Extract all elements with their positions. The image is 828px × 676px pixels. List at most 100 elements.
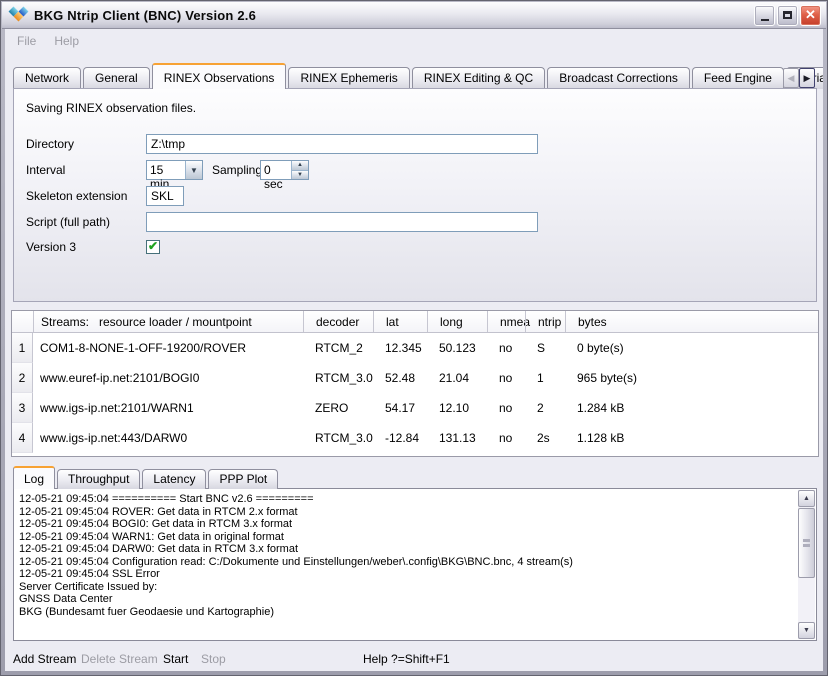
header-num (12, 311, 33, 332)
tab-scroll-buttons: ◀ ▶ (783, 68, 815, 88)
cell-long: 131.13 (427, 423, 487, 453)
cell-mountpoint: www.euref-ip.net:2101/BOGI0 (33, 363, 303, 393)
skeleton-extension-label: Skeleton extension (26, 186, 127, 206)
cell-ntrip: 1 (525, 363, 565, 393)
log-line: 12-05-21 09:45:04 ROVER: Get data in RTC… (19, 506, 794, 519)
log-lines: 12-05-21 09:45:04 ========== Start BNC v… (19, 493, 794, 638)
cell-mountpoint: COM1-8-NONE-1-OFF-19200/ROVER (33, 333, 303, 363)
help-shortcut-label: Help ?=Shift+F1 (363, 652, 450, 666)
add-stream-button[interactable]: Add Stream (13, 652, 76, 666)
cell-lat: 52.48 (373, 363, 427, 393)
tab-broadcast-corrections[interactable]: Broadcast Corrections (547, 67, 690, 89)
menu-file[interactable]: File (9, 31, 44, 51)
header-streams: Streams: resource loader / mountpoint (33, 311, 303, 332)
rinex-observations-panel: Saving RINEX observation files. Director… (13, 88, 817, 302)
log-line: 12-05-21 09:45:04 BOGI0: Get data in RTC… (19, 518, 794, 531)
cell-nmea: no (487, 333, 525, 363)
maximize-button[interactable] (777, 5, 798, 26)
tab-ppp-plot[interactable]: PPP Plot (208, 469, 278, 489)
tab-scroll-right-icon[interactable]: ▶ (799, 68, 815, 88)
row-number: 3 (12, 393, 33, 423)
directory-input[interactable]: Z:\tmp (146, 134, 538, 154)
cell-ntrip: 2 (525, 393, 565, 423)
log-line: 12-05-21 09:45:04 WARN1: Get data in ori… (19, 531, 794, 544)
cell-bytes: 1.128 kB (565, 423, 818, 453)
tab-latency[interactable]: Latency (142, 469, 206, 489)
script-full-path-label: Script (full path) (26, 212, 110, 232)
log-line: Server Certificate Issued by: (19, 581, 794, 594)
version3-label: Version 3 (26, 237, 76, 257)
header-decoder: decoder (303, 311, 373, 332)
app-body: File Help Network General RINEX Observat… (5, 29, 823, 671)
log-panel: 12-05-21 09:45:04 ========== Start BNC v… (13, 488, 817, 641)
table-row[interactable]: 3 www.igs-ip.net:2101/WARN1 ZERO 54.17 1… (12, 393, 818, 423)
row-number: 1 (12, 333, 33, 363)
cell-lat: 12.345 (373, 333, 427, 363)
cell-mountpoint: www.igs-ip.net:443/DARW0 (33, 423, 303, 453)
tab-rinex-editing-qc[interactable]: RINEX Editing & QC (412, 67, 545, 89)
header-lat: lat (373, 311, 427, 332)
cell-nmea: no (487, 363, 525, 393)
start-button[interactable]: Start (163, 652, 188, 666)
tab-scroll-left-icon[interactable]: ◀ (783, 68, 799, 88)
interval-label: Interval (26, 160, 65, 180)
script-full-path-input[interactable] (146, 212, 538, 232)
bottom-toolbar: Add Stream Delete Stream Start Stop Help… (5, 647, 823, 671)
log-line: BKG (Bundesamt fuer Geodaesie und Kartog… (19, 606, 794, 619)
cell-nmea: no (487, 423, 525, 453)
delete-stream-button[interactable]: Delete Stream (81, 652, 158, 666)
app-icon (10, 7, 28, 23)
header-bytes: bytes (565, 311, 818, 332)
cell-bytes: 965 byte(s) (565, 363, 818, 393)
streams-table: Streams: resource loader / mountpoint de… (11, 310, 819, 457)
streams-table-header: Streams: resource loader / mountpoint de… (12, 311, 818, 333)
stop-button[interactable]: Stop (201, 652, 226, 666)
cell-ntrip: 2s (525, 423, 565, 453)
cell-bytes: 1.284 kB (565, 393, 818, 423)
cell-ntrip: S (525, 333, 565, 363)
cell-bytes: 0 byte(s) (565, 333, 818, 363)
skeleton-extension-input[interactable]: SKL (146, 186, 184, 206)
window-controls: ✕ (754, 5, 826, 26)
menu-help[interactable]: Help (46, 31, 87, 51)
header-long: long (427, 311, 487, 332)
log-line: 12-05-21 09:45:04 ========== Start BNC v… (19, 493, 794, 506)
version3-checkbox[interactable] (146, 240, 160, 254)
sampling-value: 0 sec (261, 161, 291, 179)
scrollbar-thumb[interactable] (798, 508, 815, 578)
table-row[interactable]: 4 www.igs-ip.net:443/DARW0 RTCM_3.0 -12.… (12, 423, 818, 453)
spin-down-icon[interactable]: ▼ (292, 171, 308, 180)
log-line: 12-05-21 09:45:04 Configuration read: C:… (19, 556, 794, 569)
cell-long: 12.10 (427, 393, 487, 423)
table-row[interactable]: 1 COM1-8-NONE-1-OFF-19200/ROVER RTCM_2 1… (12, 333, 818, 363)
sampling-stepper[interactable]: 0 sec ▲ ▼ (260, 160, 309, 180)
cell-decoder: RTCM_3.0 (303, 363, 373, 393)
window-title: BKG Ntrip Client (BNC) Version 2.6 (34, 8, 256, 23)
cell-nmea: no (487, 393, 525, 423)
log-line: GNSS Data Center (19, 593, 794, 606)
chevron-down-icon[interactable]: ▼ (185, 161, 202, 179)
directory-label: Directory (26, 134, 74, 154)
cell-lat: 54.17 (373, 393, 427, 423)
tab-feed-engine[interactable]: Feed Engine (692, 67, 784, 89)
title-bar: BKG Ntrip Client (BNC) Version 2.6 ✕ (2, 2, 826, 29)
cell-long: 50.123 (427, 333, 487, 363)
tab-rinex-observations[interactable]: RINEX Observations (152, 63, 287, 89)
log-scrollbar[interactable]: ▲ ▼ (798, 490, 815, 639)
tab-log[interactable]: Log (13, 466, 55, 489)
scroll-down-icon[interactable]: ▼ (798, 622, 815, 639)
log-line: 12-05-21 09:45:04 DARW0: Get data in RTC… (19, 543, 794, 556)
sampling-label: Sampling (212, 160, 262, 180)
interval-select[interactable]: 15 min ▼ (146, 160, 203, 180)
tab-network[interactable]: Network (13, 67, 81, 89)
row-number: 2 (12, 363, 33, 393)
scroll-up-icon[interactable]: ▲ (798, 490, 815, 507)
menu-bar: File Help (5, 29, 823, 53)
table-row[interactable]: 2 www.euref-ip.net:2101/BOGI0 RTCM_3.0 5… (12, 363, 818, 393)
tab-throughput[interactable]: Throughput (57, 469, 140, 489)
tab-general[interactable]: General (83, 67, 150, 89)
spin-up-icon[interactable]: ▲ (292, 161, 308, 171)
tab-rinex-ephemeris[interactable]: RINEX Ephemeris (288, 67, 409, 89)
close-button[interactable]: ✕ (800, 5, 821, 26)
minimize-button[interactable] (754, 5, 775, 26)
